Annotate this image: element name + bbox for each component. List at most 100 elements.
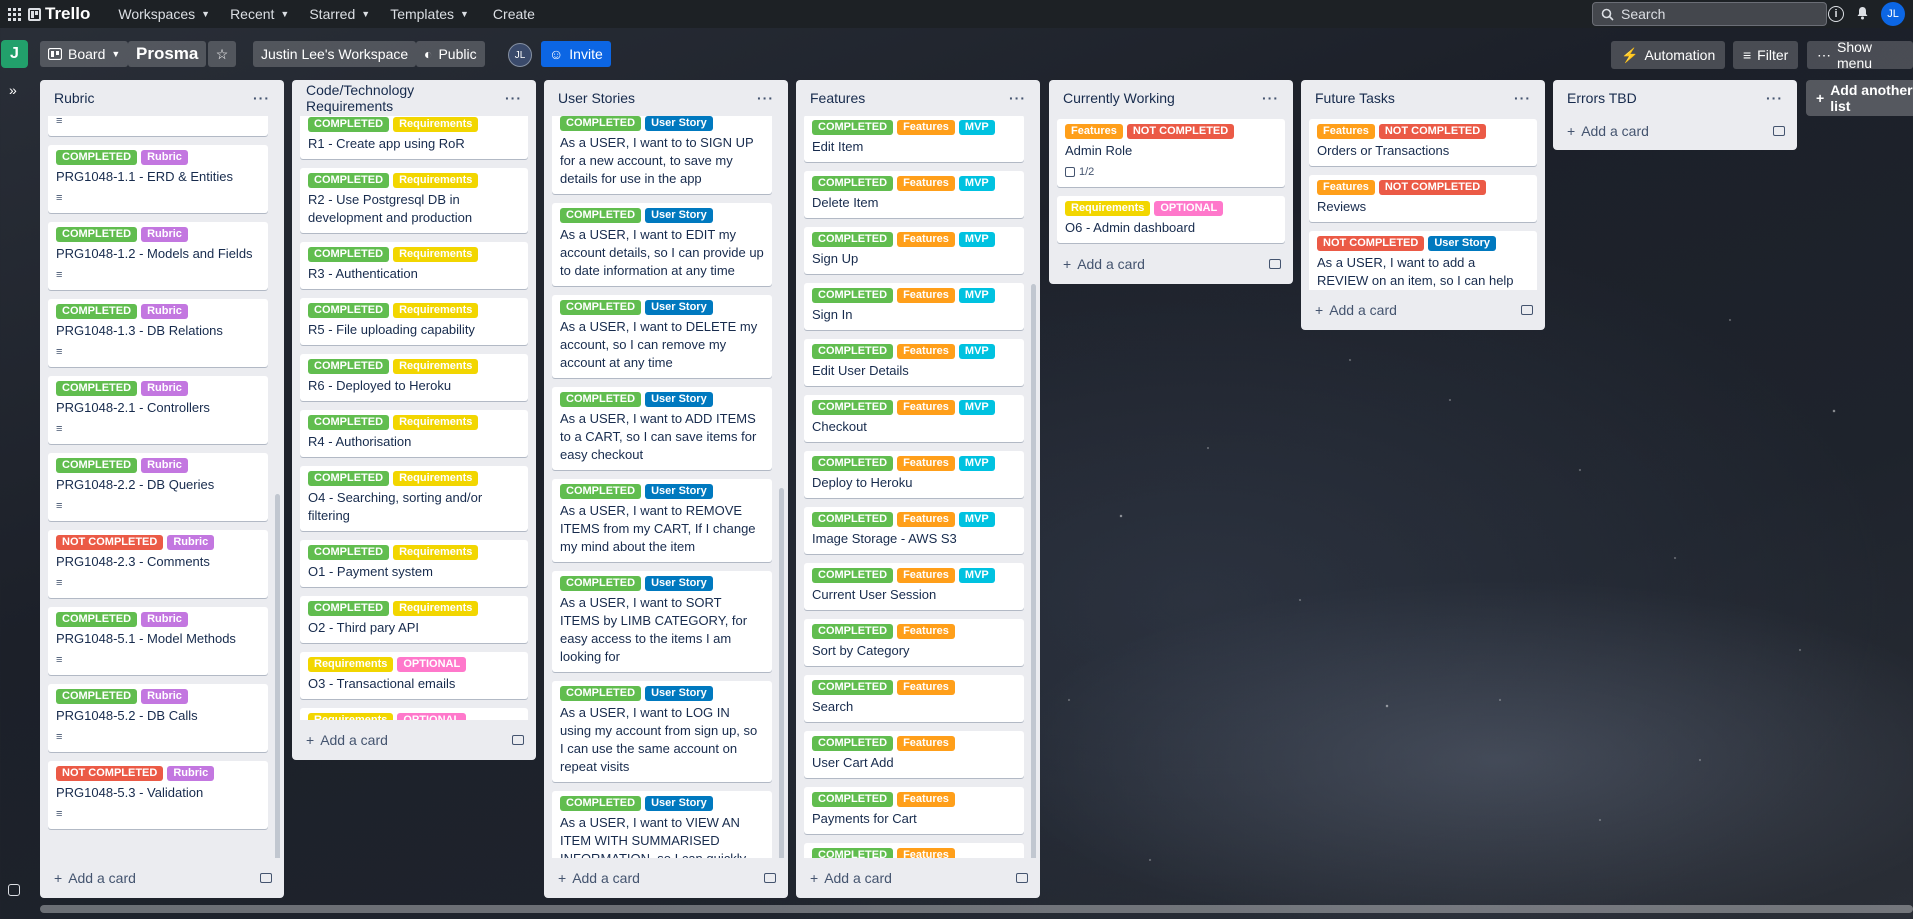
card[interactable]: NOT COMPLETED User Story As a USER, I want… [1309, 231, 1537, 290]
card-template-icon[interactable] [1016, 873, 1028, 883]
star-board-button[interactable]: ☆ [208, 41, 236, 67]
card[interactable]: COMPLETED Requirements R4 - Authorisation [300, 410, 528, 457]
card[interactable]: COMPLETED Rubric PRG1048-2.1 - Controllers… [48, 376, 268, 444]
card[interactable]: COMPLETED Features MVP Delete Item [804, 171, 1024, 218]
card[interactable]: COMPLETED User Story As a USER, I want to … [552, 791, 772, 858]
card[interactable]: RequirementsOPTIONALO5 - Internal user m… [300, 708, 528, 720]
card[interactable]: Requirements OPTIONAL O3 - Transactional e… [300, 652, 528, 699]
add-card-button[interactable]: + Add a card [810, 870, 892, 886]
visibility-button[interactable]: ◐ Public [416, 41, 485, 67]
card[interactable]: COMPLETED Requirements R6 - Deployed to He… [300, 354, 528, 401]
card-template-icon[interactable] [764, 873, 776, 883]
board-title[interactable]: Prosma [128, 41, 207, 67]
card[interactable]: COMPLETED Requirements O4 - Searching, sor… [300, 466, 528, 531]
feedback-icon[interactable] [8, 884, 20, 896]
card[interactable]: COMPLETED Requirements O1 - Payment system [300, 540, 528, 587]
card[interactable]: COMPLETED Rubric PRG1048-5.1 - Model Metho… [48, 607, 268, 675]
list-title[interactable]: Errors TBD [1567, 90, 1637, 106]
expand-sidebar-icon[interactable]: » [9, 82, 17, 98]
list-header[interactable]: Code/Technology Requirements ··· [292, 80, 536, 116]
card[interactable]: COMPLETED User Story As a USER, I want to … [552, 387, 772, 470]
card[interactable]: COMPLETED Requirements R2 - Use Postgresql… [300, 168, 528, 233]
card-template-icon[interactable] [1269, 259, 1281, 269]
add-list-button[interactable]: + Add another list [1806, 80, 1913, 116]
list-header[interactable]: Errors TBD ··· [1553, 80, 1797, 116]
card[interactable]: COMPLETED Features User Cart Add [804, 731, 1024, 778]
card[interactable]: COMPLETEDFeaturesUser Cart Delete [804, 843, 1024, 858]
workspace-badge[interactable]: J [1, 40, 28, 68]
card[interactable]: COMPLETED Rubric PRG1048-2.2 - DB Queries ≡ [48, 453, 268, 521]
info-icon[interactable]: i [1828, 6, 1844, 22]
create-button[interactable]: Create [483, 2, 545, 26]
list-header[interactable]: User Stories ··· [544, 80, 788, 116]
card[interactable]: ≡ [48, 116, 268, 136]
card[interactable]: COMPLETED Features MVP Edit Item [804, 116, 1024, 162]
card[interactable]: COMPLETED Features MVP Deploy to Heroku [804, 451, 1024, 498]
trello-logo[interactable]: Trello [28, 4, 90, 24]
card[interactable]: COMPLETED Rubric PRG1048-1.1 - ERD & Entit… [48, 145, 268, 213]
card[interactable]: COMPLETED Features Search [804, 675, 1024, 722]
card[interactable]: COMPLETED User Story As a USER, I want to … [552, 571, 772, 672]
list-scrollbar[interactable] [779, 488, 784, 858]
list-title[interactable]: Currently Working [1063, 90, 1175, 106]
nav-starred[interactable]: Starred ▼ [299, 0, 380, 28]
card[interactable]: COMPLETED Requirements R5 - File uploading… [300, 298, 528, 345]
card[interactable]: COMPLETED Features MVP Checkout [804, 395, 1024, 442]
invite-button[interactable]: ☺ Invite [541, 41, 611, 67]
list-header[interactable]: Currently Working ··· [1049, 80, 1293, 116]
notifications-bell-icon[interactable] [1856, 6, 1869, 23]
list-menu-icon[interactable]: ··· [505, 90, 522, 106]
list-title[interactable]: User Stories [558, 90, 635, 106]
nav-workspaces[interactable]: Workspaces ▼ [108, 0, 220, 28]
card[interactable]: COMPLETED User Story As a USER, I want to … [552, 116, 772, 194]
automation-button[interactable]: ⚡ Automation [1611, 41, 1726, 69]
card[interactable]: Features NOT COMPLETED Orders or Transacti… [1309, 119, 1537, 166]
list-title[interactable]: Rubric [54, 90, 94, 106]
card[interactable]: COMPLETED Features MVP Image Storage - AWS … [804, 507, 1024, 554]
list-header[interactable]: Features ··· [796, 80, 1040, 116]
list-scrollbar[interactable] [275, 494, 280, 858]
card[interactable]: COMPLETED User Story As a USER, I want to … [552, 479, 772, 562]
add-card-button[interactable]: + Add a card [1315, 302, 1397, 318]
card[interactable]: COMPLETED Rubric PRG1048-1.2 - Models and … [48, 222, 268, 290]
search-input[interactable]: Search [1592, 2, 1827, 26]
card[interactable]: COMPLETED Features MVP Sign In [804, 283, 1024, 330]
card[interactable]: COMPLETED Requirements R3 - Authentication [300, 242, 528, 289]
list-title[interactable]: Future Tasks [1315, 90, 1395, 106]
app-switcher-icon[interactable] [0, 0, 28, 28]
nav-recent[interactable]: Recent ▼ [220, 0, 299, 28]
show-menu-button[interactable]: ⋯ Show menu [1807, 39, 1913, 71]
add-card-button[interactable]: + Add a card [54, 870, 136, 886]
filter-button[interactable]: ≡ Filter [1733, 41, 1799, 69]
workspace-button[interactable]: Justin Lee's Workspace [253, 41, 417, 67]
card[interactable]: COMPLETED Features MVP Edit User Details [804, 339, 1024, 386]
card[interactable]: COMPLETED Requirements R1 - Create app usi… [300, 116, 528, 159]
card[interactable]: COMPLETED Requirements O2 - Third pary API [300, 596, 528, 643]
card[interactable]: COMPLETED Rubric PRG1048-1.3 - DB Relation… [48, 299, 268, 367]
list-menu-icon[interactable]: ··· [757, 90, 774, 106]
card-template-icon[interactable] [1521, 305, 1533, 315]
list-menu-icon[interactable]: ··· [1514, 90, 1531, 106]
card[interactable]: COMPLETED Features MVP Current User Session [804, 563, 1024, 610]
list-header[interactable]: Future Tasks ··· [1301, 80, 1545, 116]
card-template-icon[interactable] [512, 735, 524, 745]
nav-templates[interactable]: Templates ▼ [380, 0, 479, 28]
user-avatar[interactable]: JL [1881, 2, 1905, 26]
add-card-button[interactable]: + Add a card [306, 732, 388, 748]
card[interactable]: NOT COMPLETED Rubric PRG1048-5.3 - Validat… [48, 761, 268, 829]
card[interactable]: COMPLETED User Story As a USER, I want to … [552, 203, 772, 286]
list-menu-icon[interactable]: ··· [1766, 90, 1783, 106]
card[interactable]: COMPLETED User Story As a USER, I want to … [552, 681, 772, 782]
list-title[interactable]: Code/Technology Requirements [306, 82, 505, 114]
card[interactable]: COMPLETED Features MVP Sign Up [804, 227, 1024, 274]
board-view-switcher[interactable]: Board ▼ [40, 41, 129, 67]
card[interactable]: Features NOT COMPLETED Reviews [1309, 175, 1537, 222]
card[interactable]: COMPLETED Rubric PRG1048-5.2 - DB Calls ≡ [48, 684, 268, 752]
list-scrollbar[interactable] [1031, 284, 1036, 858]
card[interactable]: COMPLETED Features Sort by Category [804, 619, 1024, 666]
card[interactable]: COMPLETED Features Payments for Cart [804, 787, 1024, 834]
card[interactable]: Requirements OPTIONAL O6 - Admin dashboard [1057, 196, 1285, 243]
list-menu-icon[interactable]: ··· [253, 90, 270, 106]
add-card-button[interactable]: + Add a card [558, 870, 640, 886]
list-menu-icon[interactable]: ··· [1009, 90, 1026, 106]
